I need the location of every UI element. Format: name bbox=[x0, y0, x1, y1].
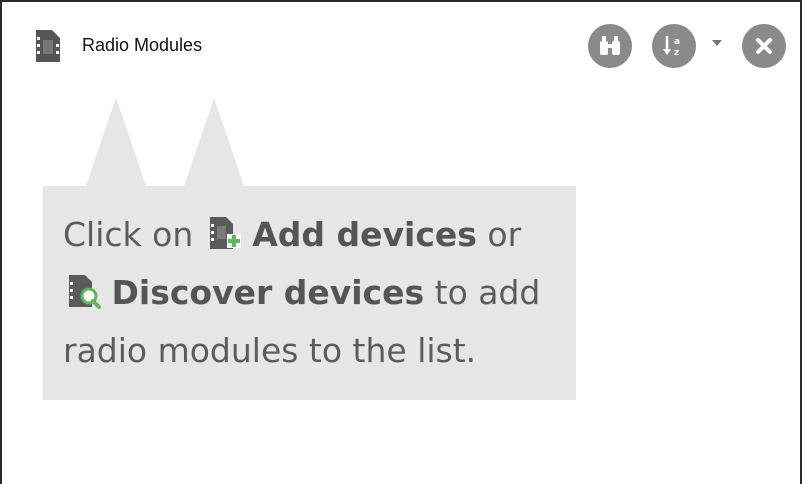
close-button[interactable] bbox=[742, 24, 786, 68]
tip-text-part2: or bbox=[476, 215, 522, 254]
svg-text:a: a bbox=[674, 37, 680, 47]
empty-list-tip: Click on Add devices or Discover devices… bbox=[43, 186, 576, 400]
radio-modules-panel: Radio Modules a z Click on Add devices o… bbox=[0, 0, 802, 484]
close-icon bbox=[756, 38, 772, 54]
sort-options-dropdown[interactable] bbox=[710, 36, 724, 50]
panel-title: Radio Modules bbox=[82, 35, 203, 55]
add-devices-label: Add devices bbox=[252, 215, 477, 254]
add-device-icon bbox=[209, 217, 241, 249]
discover-devices-label: Discover devices bbox=[111, 273, 425, 312]
tip-text-part1: Click on bbox=[63, 215, 204, 254]
sort-az-icon: a z bbox=[663, 36, 680, 58]
discover-device-icon bbox=[69, 275, 101, 309]
panel-header: Radio Modules a z bbox=[2, 2, 800, 82]
tip-pointer-left bbox=[86, 98, 146, 186]
sort-button[interactable]: a z bbox=[652, 24, 696, 68]
tip-pointer-right bbox=[184, 98, 244, 186]
caret-down-icon bbox=[712, 40, 722, 46]
binoculars-icon bbox=[600, 36, 620, 55]
radio-module-icon bbox=[36, 30, 60, 62]
tip-text: Click on Add devices or Discover devices… bbox=[63, 206, 563, 380]
find-devices-button[interactable] bbox=[588, 24, 632, 68]
svg-text:z: z bbox=[674, 48, 679, 58]
